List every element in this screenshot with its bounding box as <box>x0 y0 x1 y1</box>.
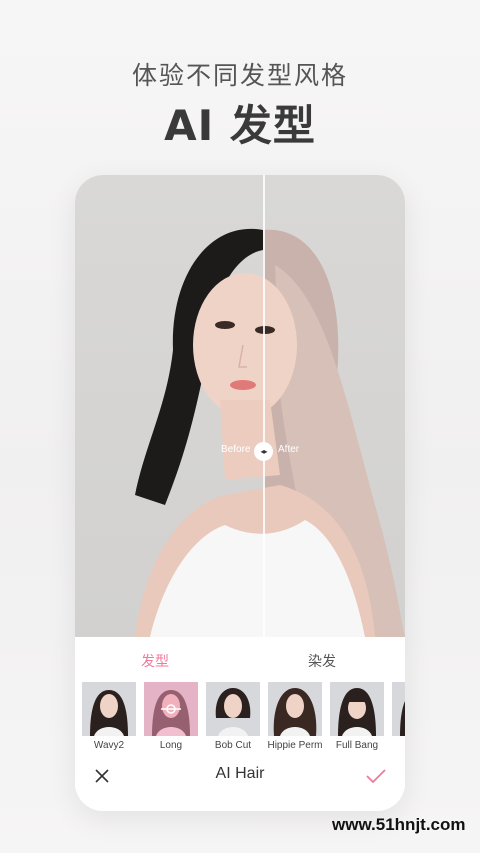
page-subtitle: 体验不同发型风格 <box>131 61 348 90</box>
after-label: After <box>278 444 300 455</box>
style-label: Hippie Perm <box>267 740 323 751</box>
style-thumbnail <box>392 682 405 736</box>
style-label: Wavy2 <box>93 740 125 751</box>
style-item-wavy2[interactable]: Wavy2 <box>82 682 136 752</box>
style-label: Bob Cut <box>214 740 252 751</box>
compare-divider-line[interactable] <box>263 175 265 637</box>
portrait-illustration <box>135 228 405 637</box>
style-item-hi[interactable]: Hi <box>392 682 405 752</box>
check-icon[interactable] <box>365 767 387 785</box>
tab-hairstyle[interactable]: 发型 <box>141 651 169 671</box>
style-thumbnail <box>268 682 322 736</box>
phone-screen-card: Before ◂▸ After 发型 染发 Wavy2 Long Bob Cut… <box>75 175 405 811</box>
style-item-full-bang[interactable]: Full Bang <box>330 682 384 752</box>
style-thumbnail <box>82 682 136 736</box>
bottom-action-bar: AI Hair <box>75 759 405 799</box>
before-label: Before <box>221 444 251 455</box>
adjust-slider-icon <box>161 704 181 714</box>
style-thumbnail <box>330 682 384 736</box>
style-item-bob-cut[interactable]: Bob Cut <box>206 682 260 752</box>
watermark-text: www.51hnjt.com <box>332 815 466 834</box>
page-title: AI 发型 <box>164 101 316 150</box>
style-item-long[interactable]: Long <box>144 682 198 752</box>
style-panel: 发型 染发 Wavy2 Long Bob Cut Hippie Perm Ful… <box>75 637 405 811</box>
style-label: Hi <box>384 740 405 751</box>
style-label: Long <box>159 740 183 751</box>
feature-title: AI Hair <box>215 765 265 782</box>
style-item-hippie-perm[interactable]: Hippie Perm <box>267 682 323 752</box>
portrait-photo: Before ◂▸ After <box>75 175 405 637</box>
style-thumbnail <box>144 682 198 736</box>
style-thumbnail <box>206 682 260 736</box>
tab-hair-dye[interactable]: 染发 <box>308 651 336 671</box>
compare-slider-handle-icon[interactable]: ◂▸ <box>254 442 273 461</box>
style-thumbnail-row[interactable]: Wavy2 Long Bob Cut Hippie Perm Full Bang <box>82 682 405 752</box>
style-label: Full Bang <box>335 740 379 751</box>
